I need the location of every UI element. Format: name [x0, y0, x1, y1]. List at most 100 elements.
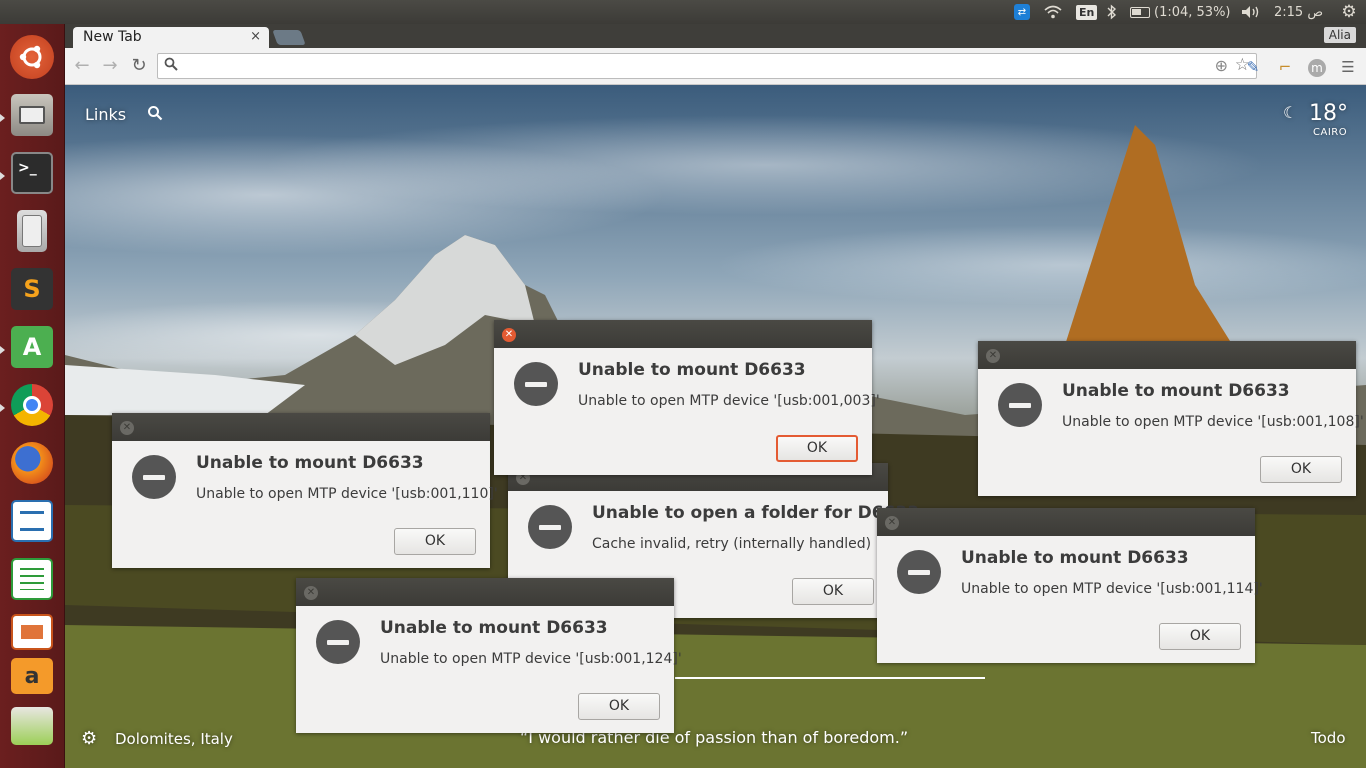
ok-button[interactable]: OK	[394, 528, 476, 555]
links-button[interactable]: Links	[85, 105, 126, 124]
firefox-launcher-button[interactable]	[7, 438, 57, 488]
ipod-icon	[17, 210, 47, 252]
error-dialog: ✕ Unable to mount D6633 Unable to open M…	[978, 341, 1364, 496]
weather-temperature[interactable]: 18°	[1309, 101, 1348, 126]
battery-label: (1:04, 53%)	[1154, 4, 1231, 20]
search-icon	[164, 57, 178, 75]
error-dialog-active: ✕ Unable to mount D6633 Unable to open M…	[494, 320, 880, 475]
ok-button[interactable]: OK	[776, 435, 858, 462]
error-icon	[897, 550, 941, 594]
media-player-launcher-button[interactable]	[7, 206, 57, 256]
todo-button[interactable]: Todo	[1311, 729, 1346, 747]
background-location[interactable]: Dolomites, Italy	[115, 730, 233, 748]
battery-icon	[1130, 6, 1150, 18]
reload-icon[interactable]: ↻	[128, 55, 150, 77]
error-icon	[528, 505, 572, 549]
dialog-heading: Unable to mount D6633	[961, 548, 1189, 568]
launcher: >_ S A a	[0, 24, 65, 768]
amazon-launcher-button[interactable]: a	[7, 656, 57, 696]
writer-launcher-button[interactable]	[7, 496, 57, 546]
search-icon[interactable]	[147, 105, 163, 125]
close-icon[interactable]: ✕	[304, 586, 318, 600]
dialog-message: Unable to open MTP device '[usb:001,114]…	[961, 581, 1263, 597]
focus-input-underline	[675, 677, 985, 679]
wifi-icon[interactable]	[1042, 0, 1064, 24]
ok-button[interactable]: OK	[1260, 456, 1342, 483]
tab-title: New Tab	[83, 29, 142, 45]
volume-icon[interactable]	[1240, 0, 1262, 24]
error-icon	[316, 620, 360, 664]
dialog-message: Unable to open MTP device '[usb:001,110]…	[196, 486, 498, 502]
installer-icon	[11, 707, 53, 745]
chrome-icon	[11, 384, 53, 426]
clock[interactable]: 2:15 ص	[1274, 0, 1323, 24]
dialog-heading: Unable to mount D6633	[380, 618, 608, 638]
terminal-icon: >_	[11, 152, 53, 194]
menu-icon[interactable]: ☰	[1337, 56, 1359, 78]
settings-gear-icon[interactable]: ⚙	[81, 728, 97, 749]
error-dialog: ✕ Unable to mount D6633 Unable to open M…	[112, 413, 498, 568]
new-tab-button[interactable]	[272, 30, 306, 45]
top-panel: ⇄ En (1:04, 53%) 2:15 ص ⚙	[0, 0, 1366, 24]
profile-button[interactable]: Alia	[1323, 27, 1356, 43]
back-arrow-icon[interactable]: ←	[71, 55, 93, 77]
files-icon	[11, 94, 53, 136]
clock-label: 2:15 ص	[1274, 4, 1324, 20]
installer-launcher-button[interactable]	[7, 704, 57, 748]
close-icon[interactable]: ✕	[986, 349, 1000, 363]
dialog-message: Unable to open MTP device '[usb:001,108]…	[1062, 414, 1364, 430]
firefox-icon	[11, 442, 53, 484]
bluetooth-icon[interactable]	[1104, 0, 1120, 24]
android-studio-launcher-button[interactable]: A	[7, 322, 57, 372]
moon-icon: ☾	[1283, 103, 1298, 122]
dialog-titlebar[interactable]: ✕	[296, 578, 674, 606]
browser-toolbar: ← → ↻ ⊕ ☆ ✎ ⌐ m ☰	[65, 48, 1366, 85]
teamviewer-icon[interactable]: ⇄	[1012, 0, 1032, 24]
eyedropper-extension-icon[interactable]: ✎	[1242, 56, 1264, 78]
momentum-extension-icon[interactable]: m	[1306, 56, 1328, 78]
writer-icon	[11, 500, 53, 542]
dialog-titlebar[interactable]: ✕	[877, 508, 1255, 536]
session-gear-icon[interactable]: ⚙	[1338, 0, 1360, 24]
android-studio-icon: A	[11, 326, 53, 368]
calc-icon	[11, 558, 53, 600]
ok-button[interactable]: OK	[578, 693, 660, 720]
close-icon[interactable]: ✕	[120, 421, 134, 435]
ubuntu-dash-button[interactable]	[7, 32, 57, 82]
calc-launcher-button[interactable]	[7, 554, 57, 604]
extension-icon[interactable]: ⌐	[1274, 56, 1296, 78]
dialog-titlebar[interactable]: ✕	[112, 413, 490, 441]
tab-new-tab[interactable]: New Tab ×	[73, 27, 269, 48]
dialog-heading: Unable to open a folder for D6633	[592, 503, 920, 523]
files-launcher-button[interactable]	[7, 90, 57, 140]
error-icon	[514, 362, 558, 406]
dialog-titlebar[interactable]: ✕	[978, 341, 1356, 369]
forward-arrow-icon[interactable]: →	[99, 55, 121, 77]
battery-indicator[interactable]: (1:04, 53%)	[1130, 0, 1231, 24]
dialog-message: Unable to open MTP device '[usb:001,124]…	[380, 651, 682, 667]
close-icon[interactable]: ✕	[502, 328, 516, 342]
error-dialog: ✕ Unable to mount D6633 Unable to open M…	[296, 578, 682, 733]
chrome-launcher-button[interactable]	[7, 380, 57, 430]
terminal-launcher-button[interactable]: >_	[7, 148, 57, 198]
sublime-launcher-button[interactable]: S	[7, 264, 57, 314]
sublime-icon: S	[11, 268, 53, 310]
amazon-icon: a	[11, 658, 53, 694]
location-target-icon[interactable]: ⊕	[1215, 56, 1228, 75]
ubuntu-icon	[10, 35, 54, 79]
close-icon[interactable]: ✕	[885, 516, 899, 530]
dialog-message: Unable to open MTP device '[usb:001,003]…	[578, 393, 880, 409]
weather-city: CAIRO	[1313, 127, 1348, 138]
tab-close-icon[interactable]: ×	[250, 29, 261, 44]
dialog-heading: Unable to mount D6633	[578, 360, 806, 380]
dialog-titlebar[interactable]: ✕	[494, 320, 872, 348]
keyboard-layout-label: En	[1076, 4, 1098, 20]
browser-tab-bar: New Tab × Alia	[65, 24, 1366, 48]
keyboard-layout-indicator[interactable]: En	[1076, 0, 1098, 24]
ok-button[interactable]: OK	[1159, 623, 1241, 650]
ok-button[interactable]: OK	[792, 578, 874, 605]
error-icon	[998, 383, 1042, 427]
dialog-heading: Unable to mount D6633	[1062, 381, 1290, 401]
impress-launcher-button[interactable]	[7, 612, 57, 652]
omnibox-input[interactable]: ⊕ ☆	[157, 53, 1257, 79]
